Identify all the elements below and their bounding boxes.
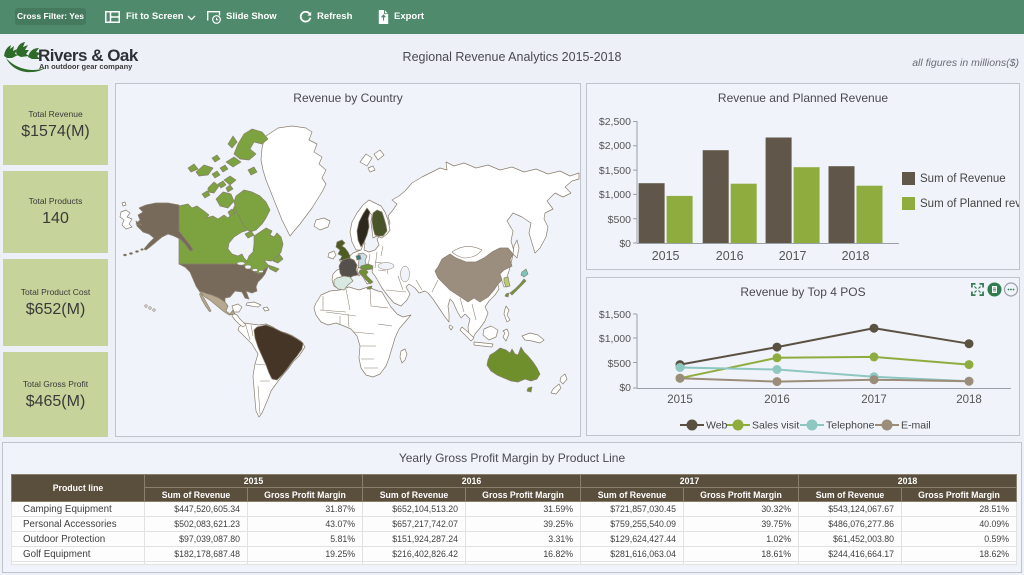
svg-text:2016: 2016: [716, 249, 744, 263]
svg-text:$2,500: $2,500: [599, 116, 631, 128]
svg-text:$1,500: $1,500: [599, 165, 631, 177]
svg-text:Sum of Revenue: Sum of Revenue: [920, 173, 1006, 185]
svg-text:2017: 2017: [861, 394, 887, 406]
svg-text:Sales visit: Sales visit: [752, 420, 799, 432]
svg-text:2017: 2017: [779, 249, 807, 263]
svg-text:$1,500: $1,500: [599, 309, 631, 321]
svg-text:Telephone: Telephone: [826, 420, 875, 432]
svg-text:$500: $500: [608, 358, 632, 370]
svg-text:E-mail: E-mail: [901, 420, 931, 432]
svg-text:$1,000: $1,000: [599, 333, 631, 345]
svg-text:$2,000: $2,000: [599, 140, 631, 152]
svg-text:Web: Web: [706, 420, 728, 432]
svg-text:Sum of Planned revenue: Sum of Planned revenue: [920, 198, 1019, 210]
svg-text:$0: $0: [619, 382, 631, 394]
svg-text:2018: 2018: [842, 249, 870, 263]
svg-text:$500: $500: [608, 214, 632, 226]
svg-text:$1,000: $1,000: [599, 189, 631, 201]
svg-text:2016: 2016: [764, 394, 790, 406]
svg-text:2015: 2015: [652, 249, 680, 263]
svg-text:2018: 2018: [956, 394, 982, 406]
svg-text:$0: $0: [619, 238, 631, 250]
svg-text:2015: 2015: [667, 394, 693, 406]
